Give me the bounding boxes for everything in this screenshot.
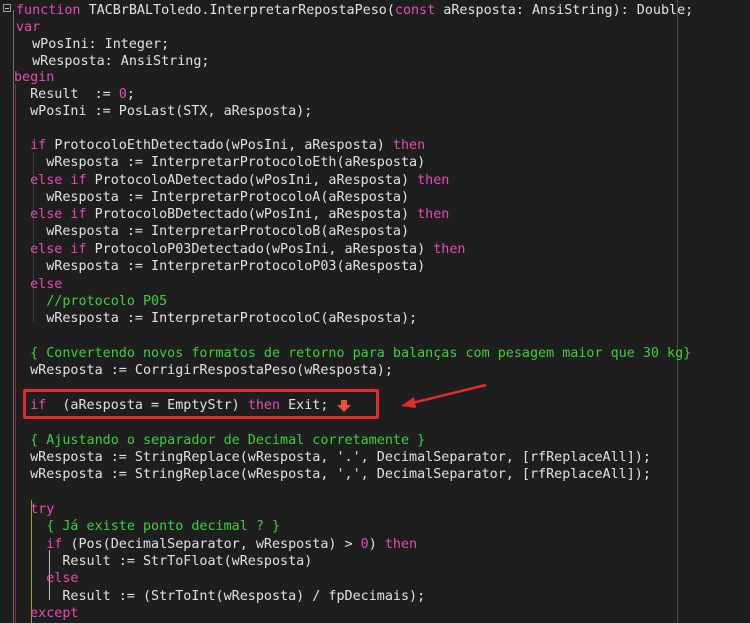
keyword-token: var xyxy=(16,20,41,35)
keyword-token: try xyxy=(14,502,55,517)
code-line[interactable]: else xyxy=(14,276,62,293)
code-line[interactable]: wResposta := InterpretarProtocoloEth(aRe… xyxy=(14,154,425,171)
code-token: Result := (StrToInt(wResposta) / fpDecim… xyxy=(14,589,426,604)
code-token: ProtocoloBDetectado(wPosIni, aResposta) xyxy=(94,207,418,222)
code-token: Result := StrToFloat(wResposta) xyxy=(14,554,313,569)
code-line[interactable]: { Ajustando o separador de Decimal corre… xyxy=(14,432,425,449)
code-line[interactable]: function TACBrBALToledo.InterpretarRepos… xyxy=(16,2,693,19)
code-token: ; xyxy=(126,87,135,102)
keyword-token: except xyxy=(14,606,79,621)
code-line[interactable]: Result := 0; xyxy=(14,86,135,103)
code-line[interactable]: { Convertendo novos formatos de retorno … xyxy=(14,345,691,362)
number-token: 0 xyxy=(118,87,127,102)
fold-toggle-icon[interactable] xyxy=(3,4,11,12)
code-line[interactable]: wResposta := CorrigirRespostaPeso(wRespo… xyxy=(14,362,393,379)
code-editor[interactable]: function TACBrBALToledo.InterpretarRepos… xyxy=(0,0,750,623)
code-token: wResposta := StringReplace(wResposta, xyxy=(14,467,337,482)
code-token: wResposta := StringReplace(wResposta, xyxy=(14,450,337,465)
code-token: wResposta := CorrigirRespostaPeso(wRespo… xyxy=(14,363,393,378)
code-line[interactable]: else if ProtocoloBDetectado(wPosIni, aRe… xyxy=(14,206,449,223)
annotation-arrow-icon xyxy=(401,383,487,408)
code-line[interactable]: wResposta := InterpretarProtocoloB(aResp… xyxy=(14,223,409,240)
code-token: TACBrBALToledo.InterpretarRepostaPeso( xyxy=(88,3,395,18)
code-line[interactable]: if ProtocoloEthDetectado(wPosIni, aRespo… xyxy=(14,137,425,154)
code-token: aResposta: AnsiString): Double; xyxy=(443,3,694,18)
code-token: , DecimalSeparator, [rfReplaceAll]); xyxy=(360,450,651,465)
keyword-token: if xyxy=(14,537,71,552)
keyword-token: then xyxy=(384,537,418,552)
keyword-token: then xyxy=(392,138,426,153)
keyword-token: if xyxy=(14,138,55,153)
keyword-token: else if xyxy=(14,207,95,222)
code-line[interactable]: except xyxy=(14,605,79,622)
number-token: 0 xyxy=(360,537,369,552)
code-token: ProtocoloEthDetectado(wPosIni, aResposta… xyxy=(54,138,393,153)
code-line[interactable]: Result := StrToFloat(wResposta) xyxy=(14,553,312,570)
code-token: (Pos(DecimalSeparator, wResposta) > xyxy=(70,537,361,552)
code-line[interactable]: Result := (StrToInt(wResposta) / fpDecim… xyxy=(14,588,425,605)
code-token: ',' xyxy=(336,467,361,482)
comment-token: { Já existe ponto decimal ? } xyxy=(14,519,281,534)
right-margin-line xyxy=(677,0,678,623)
code-line[interactable]: wResposta := InterpretarProtocoloC(aResp… xyxy=(14,310,417,327)
code-line[interactable]: wResposta := StringReplace(wResposta, ',… xyxy=(14,466,651,483)
code-line[interactable]: begin xyxy=(14,69,54,86)
code-token: '.' xyxy=(336,450,361,465)
code-line[interactable]: { Já existe ponto decimal ? } xyxy=(14,518,280,535)
code-line[interactable]: wResposta := InterpretarProtocoloP03(aRe… xyxy=(14,258,425,275)
keyword-token: else xyxy=(14,571,79,586)
code-token: wResposta := InterpretarProtocoloP03(aRe… xyxy=(14,259,426,274)
code-token: wResposta := InterpretarProtocoloA(aResp… xyxy=(14,190,410,205)
code-line[interactable]: wPosIni: Integer; xyxy=(16,36,169,53)
code-token: wPosIni: Integer; xyxy=(16,37,170,52)
code-token: , DecimalSeparator, [rfReplaceAll]); xyxy=(360,467,651,482)
arrow-down-icon xyxy=(337,400,351,412)
code-token: wResposta := InterpretarProtocoloC(aResp… xyxy=(14,311,418,326)
keyword-token: then xyxy=(433,242,466,257)
code-line[interactable]: else if ProtocoloADetectado(wPosIni, aRe… xyxy=(14,172,449,189)
code-token: Result := xyxy=(14,87,119,102)
keyword-token: function xyxy=(16,3,89,18)
code-token: wResposta := InterpretarProtocoloB(aResp… xyxy=(14,224,410,239)
comment-token: { Convertendo novos formatos de retorno … xyxy=(14,346,692,361)
code-line[interactable]: if (Pos(DecimalSeparator, wResposta) > 0… xyxy=(14,536,417,553)
keyword-token: const xyxy=(394,3,444,18)
code-line[interactable]: wResposta := StringReplace(wResposta, '.… xyxy=(14,449,651,466)
code-token: ProtocoloADetectado(wPosIni, aResposta) xyxy=(94,173,418,188)
comment-token: { Ajustando o separador de Decimal corre… xyxy=(14,433,426,448)
code-line[interactable]: var xyxy=(16,19,40,36)
keyword-token: begin xyxy=(14,70,55,85)
keyword-token: else if xyxy=(14,173,95,188)
keyword-token: then xyxy=(417,173,450,188)
keyword-token: else if xyxy=(14,242,95,257)
code-line[interactable]: wPosIni := PosLast(STX, aResposta); xyxy=(14,103,312,120)
code-line[interactable]: //protocolo P05 xyxy=(14,293,167,310)
code-token: wPosIni := PosLast(STX, aResposta); xyxy=(14,104,313,119)
code-token: ProtocoloP03Detectado(wPosIni, aResposta… xyxy=(94,242,434,257)
comment-token: //protocolo P05 xyxy=(14,294,168,309)
code-line[interactable]: wResposta: AnsiString; xyxy=(16,53,209,70)
code-line[interactable]: else xyxy=(14,570,79,587)
code-token: wResposta: AnsiString; xyxy=(16,54,210,69)
code-line[interactable]: wResposta := InterpretarProtocoloA(aResp… xyxy=(14,189,409,206)
highlight-box xyxy=(23,389,379,419)
code-token: wResposta := InterpretarProtocoloEth(aRe… xyxy=(14,155,426,170)
keyword-token: then xyxy=(417,207,450,222)
code-line[interactable]: try xyxy=(14,501,54,518)
code-token: ) xyxy=(368,537,385,552)
keyword-token: else xyxy=(14,277,63,292)
code-line[interactable]: else if ProtocoloP03Detectado(wPosIni, a… xyxy=(14,241,465,258)
